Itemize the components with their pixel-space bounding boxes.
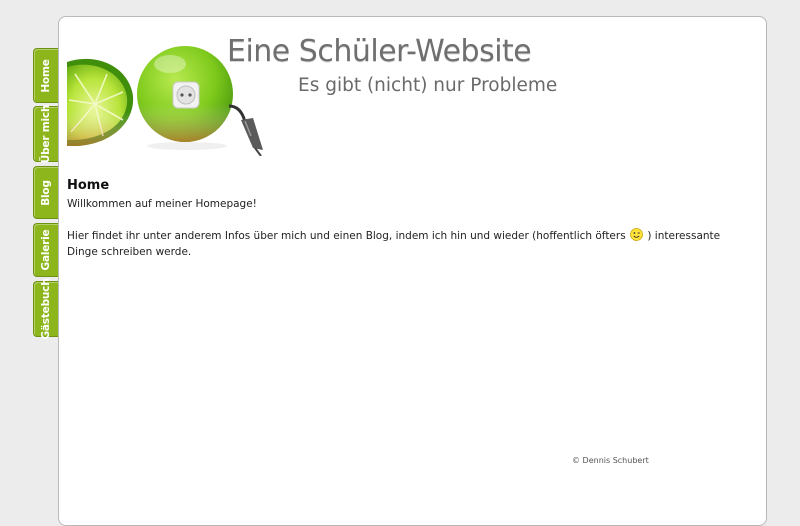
nav-tab-about[interactable]: Über mich xyxy=(33,104,58,164)
page-heading: Home xyxy=(67,178,110,193)
intro-text-start: Hier findet ihr unter anderem Infos über… xyxy=(67,230,626,242)
site-subtitle: Es gibt (nicht) nur Probleme xyxy=(298,75,558,96)
welcome-text: Willkommen auf meiner Homepage! xyxy=(67,198,257,210)
nav-tab-blog[interactable]: Blog xyxy=(33,166,58,219)
nav-tab-label: Home xyxy=(40,58,52,93)
nav-tab-guestbook[interactable]: Gästebuch xyxy=(33,278,58,340)
nav-tab-home[interactable]: Home xyxy=(33,48,58,103)
nav-tab-gallery[interactable]: Galerie xyxy=(33,223,58,277)
site-title: Eine Schüler-Website xyxy=(227,34,532,69)
nav-tab-label: Galerie xyxy=(40,229,52,271)
nav-tab-label: Gästebuch xyxy=(40,278,52,340)
nav-tab-label: Blog xyxy=(40,179,52,206)
intro-paragraph: Hier findet ihr unter anderem Infos über… xyxy=(67,228,737,260)
nav-tab-label: Über mich xyxy=(40,104,52,164)
footer-copyright: © Dennis Schubert xyxy=(572,456,649,465)
wink-smiley-icon xyxy=(630,228,643,241)
